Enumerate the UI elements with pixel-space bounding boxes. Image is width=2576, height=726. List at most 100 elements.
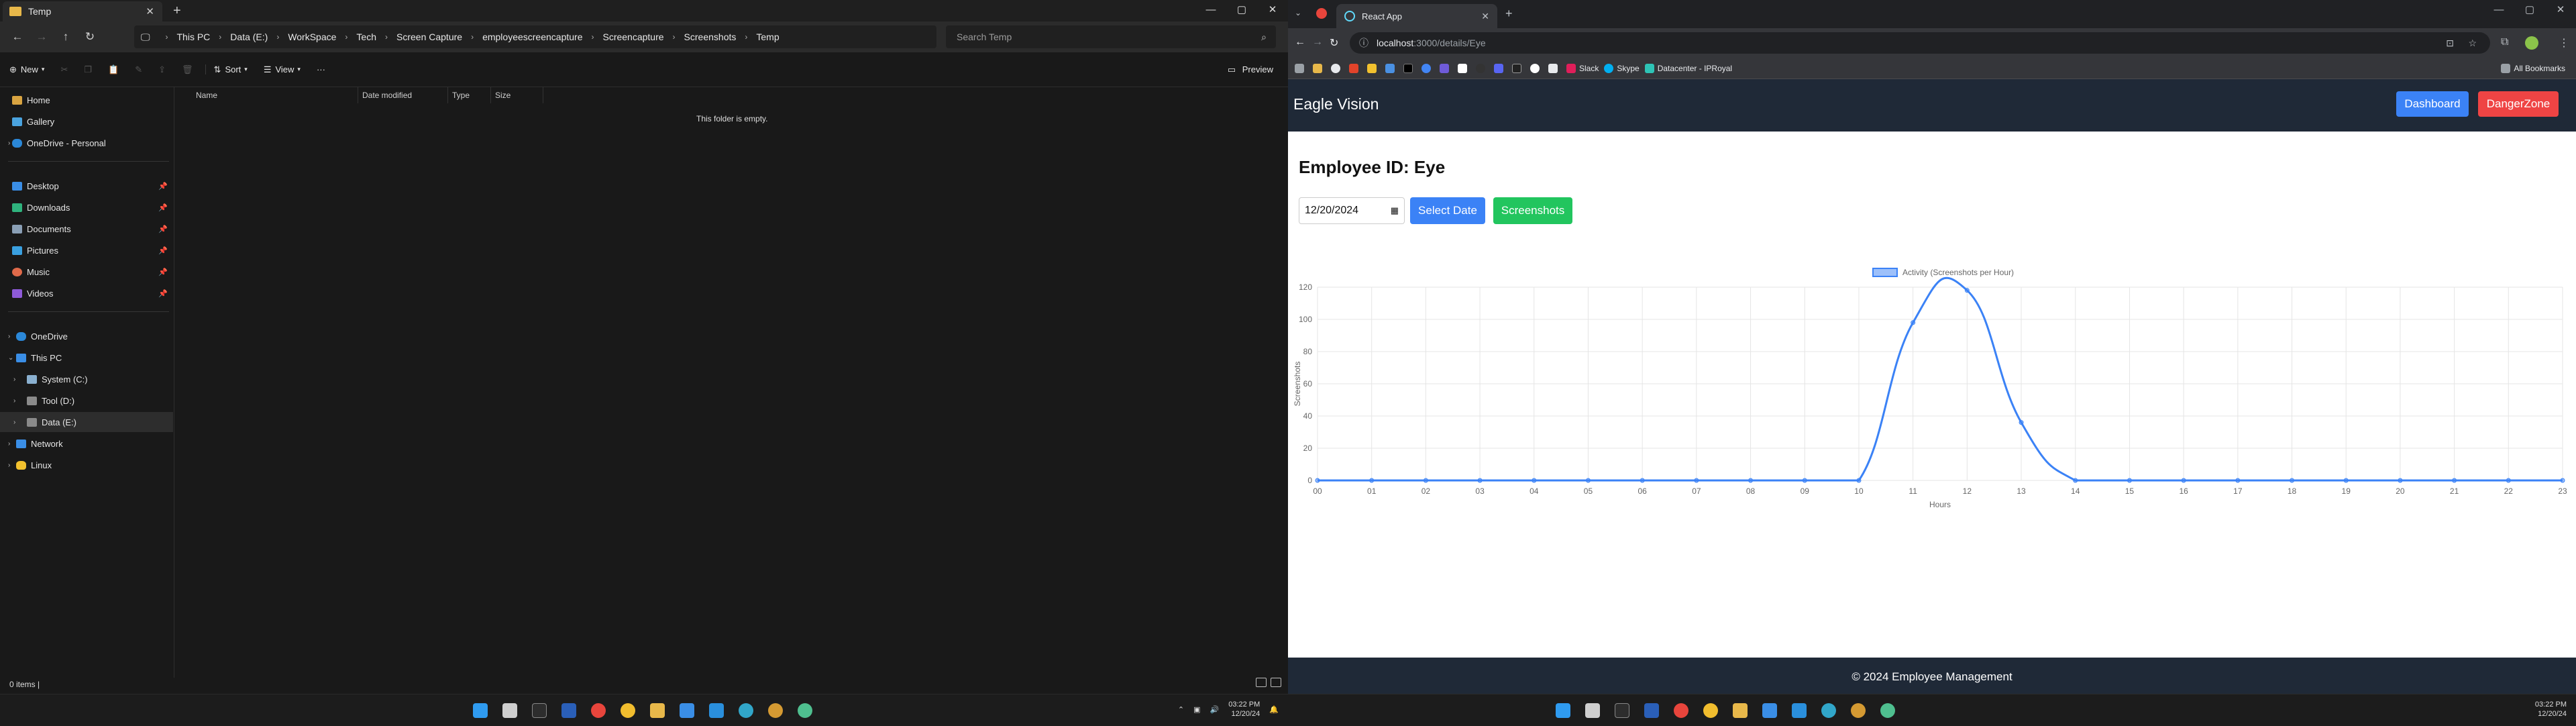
bookmark-skype[interactable]: Skype <box>1604 63 1640 73</box>
taskbar-app-mail[interactable] <box>1758 700 1782 721</box>
close-tab-icon[interactable]: ✕ <box>146 5 154 17</box>
maximize-icon[interactable]: ▢ <box>1226 0 1257 21</box>
taskbar-app-files[interactable] <box>1580 700 1605 721</box>
bookmark-icon[interactable] <box>1403 63 1416 73</box>
minimize-icon[interactable]: — <box>2483 0 2514 21</box>
bell-icon[interactable]: 🔔 <box>1269 705 1279 714</box>
breadcrumb-item[interactable]: WorkSpace <box>288 32 336 42</box>
breadcrumb[interactable]: 🖵 › This PC › Data (E:) › WorkSpace › Tech › Scre… <box>134 25 936 48</box>
taskbar-app-vscode[interactable] <box>1787 700 1811 721</box>
more-button[interactable]: ··· <box>309 64 333 74</box>
minimize-icon[interactable]: — <box>1195 0 1226 21</box>
nav-item-pictures[interactable]: Pictures 📌 <box>0 240 173 260</box>
refresh-icon[interactable]: ↻ <box>78 30 102 44</box>
bookmark-icon[interactable] <box>1494 63 1507 73</box>
pin-icon[interactable]: 📌 <box>158 203 168 212</box>
chevron-right-icon[interactable]: › <box>13 419 15 426</box>
nav-item-gallery[interactable]: Gallery <box>0 111 173 132</box>
start-button[interactable] <box>1551 700 1575 721</box>
bookmark-icon[interactable] <box>1548 63 1561 73</box>
rename-button[interactable]: ✎ <box>127 64 150 75</box>
preview-button[interactable]: ▭ Preview <box>1228 64 1273 74</box>
breadcrumb-separator-icon[interactable]: › <box>166 32 168 42</box>
taskbar-app-copilot[interactable] <box>793 700 817 721</box>
copy-button[interactable]: ❐ <box>76 64 100 75</box>
select-date-button[interactable]: Select Date <box>1410 197 1485 224</box>
nav-item-system-c[interactable]: › System (C:) <box>0 369 173 389</box>
bookmark-icon[interactable] <box>1476 63 1489 73</box>
github-icon[interactable] <box>1331 63 1344 73</box>
breadcrumb-separator-icon[interactable]: › <box>276 32 279 42</box>
breadcrumb-item[interactable]: This PC <box>177 32 211 42</box>
taskbar-app-powershell[interactable] <box>1640 700 1664 721</box>
bookmark-datacenter[interactable]: Datacenter - IPRoyal <box>1644 63 1732 73</box>
volume-icon[interactable]: 🔊 <box>1210 705 1220 714</box>
new-tab-icon[interactable]: + <box>173 3 181 19</box>
profile-icon[interactable] <box>1316 8 1327 19</box>
breadcrumb-separator-icon[interactable]: › <box>471 32 474 42</box>
pin-icon[interactable]: 📌 <box>158 268 168 276</box>
breadcrumb-item[interactable]: employeescreencapture <box>482 32 582 42</box>
chevron-right-icon[interactable]: › <box>8 333 10 340</box>
bookmark-icon[interactable] <box>1313 63 1326 73</box>
new-tab-icon[interactable]: + <box>1505 7 1513 21</box>
nav-item-data-e[interactable]: › Data (E:) <box>0 412 173 432</box>
avatar[interactable] <box>2525 36 2538 50</box>
close-icon[interactable]: ✕ <box>2545 0 2576 21</box>
extensions-icon[interactable]: ⧉ <box>2501 36 2508 48</box>
bookmark-icon[interactable] <box>1440 63 1452 73</box>
clock[interactable]: 03:22 PM 12/20/24 <box>2535 700 2567 719</box>
calendar-icon[interactable]: ▦ <box>1391 205 1399 216</box>
column-header-size[interactable]: Size <box>491 87 543 103</box>
nav-item-videos[interactable]: Videos 📌 <box>0 283 173 303</box>
pin-icon[interactable]: 📌 <box>158 246 168 255</box>
dashboard-button[interactable]: Dashboard <box>2396 91 2469 117</box>
taskbar-app-other[interactable] <box>763 700 788 721</box>
nav-item-desktop[interactable]: Desktop 📌 <box>0 176 173 196</box>
back-icon[interactable]: ← <box>1295 36 1305 48</box>
share-button[interactable]: ⇪ <box>150 64 174 75</box>
clock[interactable]: 03:22 PM 12/20/24 <box>1228 700 1260 719</box>
taskbar-app-edge[interactable] <box>1817 700 1841 721</box>
bookmark-slack[interactable]: Slack <box>1566 63 1599 73</box>
gitlab-icon[interactable] <box>1349 63 1362 73</box>
pin-icon[interactable]: 📌 <box>158 289 168 298</box>
breadcrumb-separator-icon[interactable]: › <box>591 32 594 42</box>
browser-tab[interactable]: React App ✕ <box>1336 4 1497 28</box>
breadcrumb-separator-icon[interactable]: › <box>219 32 221 42</box>
close-icon[interactable]: ✕ <box>1257 0 1288 21</box>
taskbar-app-chrome-2[interactable] <box>616 700 640 721</box>
chevron-down-icon[interactable]: ⌄ <box>8 354 13 362</box>
taskbar-app-files[interactable] <box>498 700 522 721</box>
nav-item-onedrive[interactable]: › OneDrive <box>0 326 173 346</box>
brand[interactable]: Eagle Vision <box>1293 95 1379 113</box>
tiles-view-icon[interactable] <box>1271 678 1281 687</box>
forward-icon[interactable]: → <box>1312 36 1323 48</box>
reload-icon[interactable]: ↻ <box>1330 36 1338 50</box>
star-icon[interactable]: ☆ <box>2468 38 2477 49</box>
bookmark-icon[interactable] <box>1385 63 1398 73</box>
date-input[interactable]: 12/20/2024 ▦ <box>1299 197 1405 224</box>
maximize-icon[interactable]: ▢ <box>2514 0 2545 21</box>
column-header-type[interactable]: Type <box>448 87 491 103</box>
taskbar-app-powershell[interactable] <box>557 700 581 721</box>
breadcrumb-separator-icon[interactable]: › <box>345 32 347 42</box>
nav-item-linux[interactable]: › Linux <box>0 455 173 475</box>
breadcrumb-separator-icon[interactable]: › <box>673 32 676 42</box>
pin-icon[interactable]: 📌 <box>158 225 168 234</box>
new-button[interactable]: ⊕ New ▾ <box>0 64 52 74</box>
taskbar-app-vscode[interactable] <box>704 700 729 721</box>
bookmark-icon[interactable] <box>1421 63 1434 73</box>
back-icon[interactable]: ← <box>5 30 30 44</box>
pin-icon[interactable]: 📌 <box>158 182 168 191</box>
explorer-tab[interactable]: Temp ✕ <box>3 1 162 21</box>
taskbar-app-chrome-2[interactable] <box>1699 700 1723 721</box>
apps-icon[interactable] <box>1295 63 1307 73</box>
taskbar-app-terminal[interactable] <box>1610 700 1634 721</box>
breadcrumb-separator-icon[interactable]: › <box>385 32 388 42</box>
taskbar-app-chrome[interactable] <box>586 700 610 721</box>
up-icon[interactable]: ↑ <box>54 30 78 44</box>
taskbar-app-chrome[interactable] <box>1669 700 1693 721</box>
column-header-date[interactable]: Date modified <box>358 87 448 103</box>
details-view-icon[interactable] <box>1256 678 1267 687</box>
